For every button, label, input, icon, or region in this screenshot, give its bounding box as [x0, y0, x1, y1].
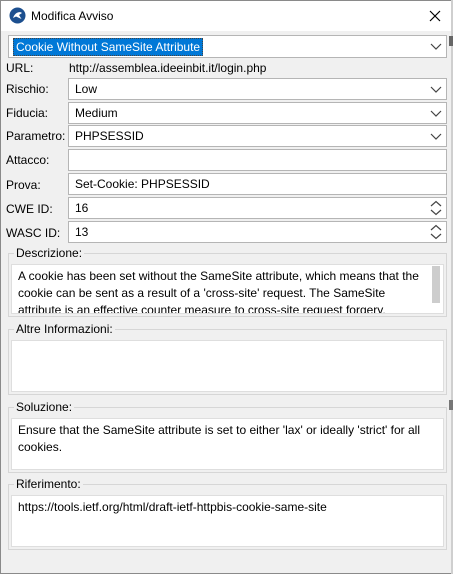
chevron-down-icon — [430, 86, 442, 93]
wasc-id-value: 13 — [75, 225, 89, 239]
solution-title: Soluzione: — [14, 400, 75, 414]
evidence-input[interactable]: Set-Cookie: PHPSESSID — [68, 173, 447, 195]
confidence-label: Fiducia: — [6, 106, 49, 120]
background-window-edge — [449, 36, 453, 46]
confidence-select[interactable]: Medium — [68, 102, 447, 124]
confidence-value: Medium — [75, 106, 118, 120]
parameter-combo[interactable]: PHPSESSID — [68, 125, 447, 147]
chevron-down-icon — [430, 110, 442, 117]
title-bar: Modifica Avviso — [1, 1, 452, 31]
evidence-label: Prova: — [6, 178, 41, 192]
edit-alert-dialog: Modifica Avviso Cookie Without SameSite … — [0, 0, 453, 574]
description-group: Descrizione: A cookie has been set witho… — [8, 246, 447, 317]
reference-text: https://tools.ietf.org/html/draft-ietf-h… — [18, 500, 327, 514]
cwe-id-spinner[interactable]: 16 — [68, 197, 447, 219]
solution-textarea[interactable]: Ensure that the SameSite attribute is se… — [11, 418, 444, 470]
other-info-textarea[interactable] — [11, 340, 444, 392]
cwe-id-value: 16 — [75, 201, 89, 215]
other-info-group: Altre Informazioni: — [8, 322, 447, 395]
alert-name-value: Cookie Without SameSite Attribute — [13, 38, 204, 56]
chevron-down-icon — [430, 133, 442, 140]
cwe-id-label: CWE ID: — [6, 202, 53, 216]
risk-value: Low — [75, 82, 98, 96]
spinner-arrows-icon[interactable] — [426, 222, 446, 242]
risk-label: Rischio: — [6, 82, 49, 96]
attack-input[interactable] — [68, 149, 447, 171]
url-value: http://assemblea.ideeinbit.it/login.php — [69, 61, 267, 75]
zap-logo-icon — [9, 7, 26, 24]
wasc-id-label: WASC ID: — [6, 226, 61, 240]
close-button[interactable] — [420, 1, 450, 31]
attack-label: Attacco: — [6, 153, 50, 167]
spinner-arrows-icon[interactable] — [426, 198, 446, 218]
risk-select[interactable]: Low — [68, 78, 447, 100]
other-info-title: Altre Informazioni: — [14, 322, 115, 336]
reference-group: Riferimento: https://tools.ietf.org/html… — [8, 477, 447, 550]
alert-name-combo[interactable]: Cookie Without SameSite Attribute — [8, 35, 447, 58]
close-icon — [429, 10, 441, 22]
reference-title: Riferimento: — [14, 477, 83, 491]
description-textarea[interactable]: A cookie has been set without the SameSi… — [11, 264, 444, 314]
chevron-down-icon — [430, 43, 442, 50]
description-text: A cookie has been set without the SameSi… — [18, 269, 419, 314]
parameter-label: Parametro: — [6, 129, 66, 143]
wasc-id-spinner[interactable]: 13 — [68, 221, 447, 243]
solution-group: Soluzione: Ensure that the SameSite attr… — [8, 400, 447, 473]
description-title: Descrizione: — [14, 246, 85, 260]
url-label: URL: — [6, 61, 34, 75]
parameter-value: PHPSESSID — [75, 129, 144, 143]
solution-text: Ensure that the SameSite attribute is se… — [18, 423, 421, 454]
scrollbar-thumb[interactable] — [432, 266, 440, 303]
background-window-edge — [449, 400, 453, 410]
window-title: Modifica Avviso — [31, 9, 114, 23]
reference-textarea[interactable]: https://tools.ietf.org/html/draft-ietf-h… — [11, 495, 444, 547]
